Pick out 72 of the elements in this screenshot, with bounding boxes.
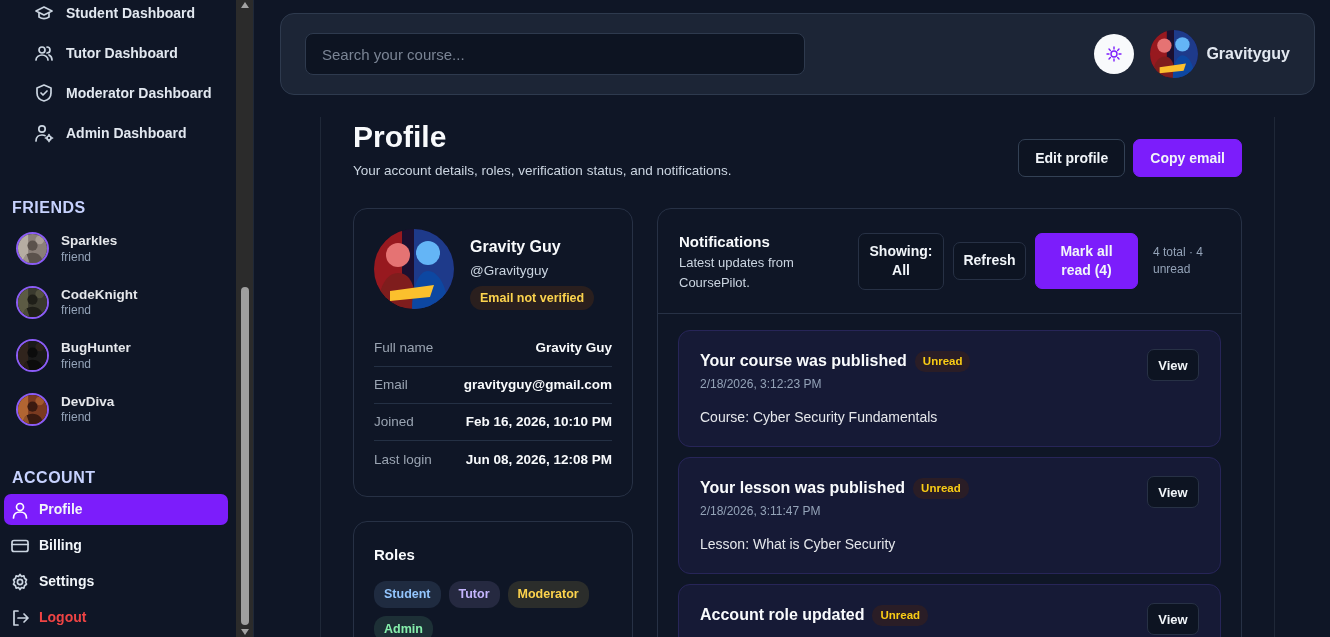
settings-icon: [10, 571, 30, 592]
notification-title: Account role updated: [700, 605, 865, 626]
friend-name[interactable]: Sparkles: [61, 233, 118, 250]
refresh-button[interactable]: Refresh: [953, 242, 1026, 281]
mark-all-read-button[interactable]: Mark all read (4): [1035, 233, 1138, 290]
detail-label: Email: [374, 376, 408, 395]
search-field[interactable]: Search your course...: [305, 33, 805, 75]
copy-button[interactable]: Copy email: [1133, 139, 1242, 177]
sidebar-item[interactable]: Logout: [4, 602, 228, 633]
view-button[interactable]: View: [1147, 349, 1199, 382]
page-title: Profile: [353, 120, 448, 153]
notification-time: 2/18/2026, 3:11:47 PM: [700, 503, 822, 521]
friend-name[interactable]: CodeKnight: [61, 286, 138, 304]
detail-label: Full name: [374, 339, 434, 358]
view-button[interactable]: View: [1147, 603, 1199, 636]
view-button[interactable]: View: [1147, 476, 1199, 509]
profile-handle: @Gravityguy: [470, 262, 550, 281]
card-subtitle: Latest updates from CoursePilot.: [679, 254, 795, 292]
theme-toggle-button[interactable]: [1094, 34, 1135, 74]
filter-button[interactable]: Showing: All: [858, 232, 944, 290]
sidebar-item[interactable]: Settings: [4, 566, 228, 597]
notification-title: Your lesson was published: [700, 478, 906, 499]
scroll-down-icon[interactable]: [240, 629, 249, 635]
unread-badge: Unread: [872, 604, 929, 626]
friend-status: friend: [61, 410, 93, 425]
detail-value: Feb 16, 2026, 10:10 PM: [465, 413, 612, 432]
sidebar-item[interactable]: Admin Dashboard: [34, 113, 236, 153]
notification-title: Your course was published: [700, 351, 907, 372]
sidebar-item[interactable]: Moderator Dashboard: [34, 73, 236, 113]
sun-icon: [1106, 46, 1123, 62]
card-title: Notifications: [679, 231, 771, 252]
unread-badge: Unread: [913, 477, 969, 499]
page-subtitle: Your account details, roles, verification status, and notifications.: [353, 162, 732, 180]
verification-badge: Email not verified: [470, 285, 595, 311]
detail-value: gravityguy@gmail.com: [463, 376, 612, 395]
notification-text: Course: Cyber Security Fundamentals: [700, 408, 939, 428]
user-gear-icon: [34, 123, 54, 143]
notification-text: Lesson: What is Cyber Security: [700, 535, 897, 555]
username[interactable]: Gravityguy: [1206, 42, 1290, 66]
notification-item[interactable]: Account role updated Unread View: [678, 584, 1221, 637]
role-tag: Admin: [374, 615, 433, 637]
unread-badge: Unread: [914, 350, 971, 372]
role-tag: Moderator: [507, 580, 589, 608]
sidebar-item[interactable]: Tutor Dashboard: [34, 33, 236, 73]
scroll-up-icon[interactable]: [240, 2, 249, 8]
notification-item[interactable]: Your lesson was published Unread 2/18/2026, 3:11:47 PM Lesson: What is Cyber Security View: [678, 457, 1221, 575]
section-heading: ACCOUNT: [11, 468, 97, 488]
scrollbar-thumb[interactable]: [240, 287, 249, 625]
section-heading: FRIENDS: [11, 198, 87, 218]
edit-button[interactable]: Edit profile: [1018, 139, 1126, 177]
notification-time: 2/18/2026, 3:12:23 PM: [700, 376, 823, 394]
role-tag: Student: [374, 580, 441, 608]
card-title: Roles: [374, 545, 416, 566]
sidebar-item[interactable]: Student Dashboard: [34, 0, 236, 33]
profile-name: Gravity Guy: [470, 237, 562, 258]
detail-label: Joined: [374, 413, 414, 432]
role-tag: Tutor: [448, 580, 500, 608]
shield-check-icon: [34, 83, 54, 103]
logout-icon: [10, 607, 30, 628]
sidebar-item[interactable]: Profile: [4, 494, 228, 525]
detail-value: Jun 08, 2026, 12:08 PM: [465, 450, 612, 469]
users-icon: [34, 43, 54, 63]
friend-status: friend: [61, 303, 93, 318]
detail-label: Last login: [374, 450, 432, 469]
friend-name[interactable]: DevDiva: [61, 393, 115, 411]
friend-status: friend: [61, 356, 93, 372]
detail-value: Gravity Guy: [535, 339, 612, 358]
notification-summary: 4 total · 4 unread: [1153, 243, 1205, 279]
notification-item[interactable]: Your course was published Unread 2/18/2026, 3:12:23 PM Course: Cyber Security Fundamentals View: [678, 330, 1221, 448]
friend-name[interactable]: BugHunter: [61, 340, 131, 357]
friend-status: friend: [61, 249, 93, 265]
sidebar-item[interactable]: Billing: [4, 530, 228, 561]
